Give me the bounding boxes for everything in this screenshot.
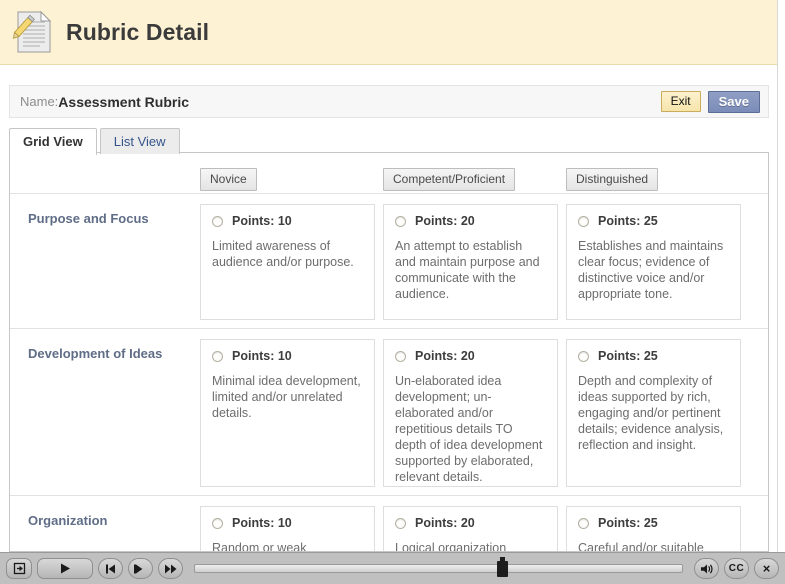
criterion-name: Purpose and Focus [28,211,149,226]
points-label: Points: 10 [232,349,292,363]
criterion-level-cell-wrap: Points: 25 Careful and/or suitable [566,506,745,552]
rubric-cell-header: Points: 25 [578,516,729,530]
radio-button-icon[interactable] [212,215,223,227]
exit-button[interactable]: Exit [660,91,701,112]
next-button[interactable] [128,558,153,579]
criterion-level-cell-wrap: Points: 10 Random or weak [200,506,379,552]
points-label: Points: 20 [415,214,475,228]
rubric-cell[interactable]: Points: 25 Establishes and maintains cle… [566,204,741,320]
rubric-cell[interactable]: Points: 10 Minimal idea development, lim… [200,339,375,487]
rubric-cell-description: Establishes and maintains clear focus; e… [578,239,724,301]
rubric-cell[interactable]: Points: 20 An attempt to establish and m… [383,204,558,320]
rubric-cell-description: Careful and/or suitable [578,541,704,552]
level-header-novice: Novice [200,167,379,191]
points-label: Points: 25 [598,516,658,530]
rubric-cell[interactable]: Points: 20 Logical organization [383,506,558,552]
criterion-level-cell-wrap: Points: 20 An attempt to establish and m… [383,204,562,320]
view-tabs: Grid View List View [9,128,180,155]
points-label: Points: 20 [415,349,475,363]
playback-slider-thumb[interactable] [496,557,508,577]
points-label: Points: 10 [232,516,292,530]
radio-button-icon[interactable] [395,350,406,362]
tab-list-view[interactable]: List View [99,128,180,154]
table-row: Organization Points: 10 Random or weak P… [10,495,768,552]
rubric-cell[interactable]: Points: 10 Limited awareness of audience… [200,204,375,320]
volume-button[interactable] [694,558,719,579]
name-bar-actions: Exit Save [660,90,760,113]
rubric-detail-window: Rubric Detail Name: Assessment Rubric Ex… [0,0,785,584]
table-row: Development of Ideas Points: 10 Minimal … [10,328,768,495]
rubric-cell-header: Points: 25 [578,349,729,363]
name-label: Name: [20,94,59,109]
points-label: Points: 25 [598,214,658,228]
page-header: Rubric Detail [0,0,777,65]
rubric-cell-header: Points: 10 [212,214,363,228]
radio-button-icon[interactable] [395,215,406,227]
rubric-cell-header: Points: 10 [212,349,363,363]
rubric-cell-header: Points: 20 [395,516,546,530]
rubric-cell-description: An attempt to establish and maintain pur… [395,239,540,301]
level-header-distinguished: Distinguished [566,167,745,191]
rubric-cell-description: Un-elaborated idea development; un-elabo… [395,374,543,484]
points-label: Points: 10 [232,214,292,228]
points-label: Points: 20 [415,516,475,530]
rubric-cell[interactable]: Points: 25 Careful and/or suitable [566,506,741,552]
level-button-competent-proficient[interactable]: Competent/Proficient [383,167,516,191]
rubric-cell-description: Random or weak [212,541,307,552]
page-right-gutter [777,0,785,560]
criterion-level-cell-wrap: Points: 25 Depth and complexity of ideas… [566,339,745,487]
rubric-cell-header: Points: 25 [578,214,729,228]
criterion-level-cell-wrap: Points: 10 Limited awareness of audience… [200,204,379,320]
rubric-grid-panel: Novice Competent/Proficient Distinguishe… [9,152,769,552]
radio-button-icon[interactable] [395,517,406,529]
previous-button[interactable] [98,558,123,579]
radio-button-icon[interactable] [578,350,589,362]
points-label: Points: 25 [598,349,658,363]
rubric-cell[interactable]: Points: 10 Random or weak [200,506,375,552]
level-button-novice[interactable]: Novice [200,167,257,191]
play-button[interactable] [37,558,93,579]
name-bar: Name: Assessment Rubric Exit Save [9,85,769,118]
document-pencil-icon [10,8,54,56]
rubric-cell-description: Minimal idea development, limited and/or… [212,374,361,420]
rubric-cell[interactable]: Points: 20 Un-elaborated idea developmen… [383,339,558,487]
radio-button-icon[interactable] [578,517,589,529]
rubric-grid: Novice Competent/Proficient Distinguishe… [10,153,768,552]
radio-button-icon[interactable] [578,215,589,227]
table-row: Purpose and Focus Points: 10 Limited awa… [10,193,768,328]
rubric-cell-header: Points: 20 [395,214,546,228]
criterion-level-cell-wrap: Points: 10 Minimal idea development, lim… [200,339,379,487]
fast-forward-button[interactable] [158,558,183,579]
radio-button-icon[interactable] [212,517,223,529]
criterion-level-cell-wrap: Points: 25 Establishes and maintains cle… [566,204,745,320]
save-button[interactable]: Save [707,90,760,113]
rubric-cell-description: Logical organization [395,541,507,552]
rubric-name-value: Assessment Rubric [58,93,190,110]
radio-button-icon[interactable] [212,350,223,362]
closed-caption-button[interactable]: CC [724,558,749,579]
rubric-cell-description: Limited awareness of audience and/or pur… [212,239,354,269]
level-header-competent: Competent/Proficient [383,167,562,191]
rubric-cell-header: Points: 10 [212,516,363,530]
media-player-toolbar: CC × [0,552,785,584]
rubric-cell[interactable]: Points: 25 Depth and complexity of ideas… [566,339,741,487]
criterion-name: Organization [28,513,108,528]
close-button[interactable]: × [754,558,779,579]
rubric-level-header-row: Novice Competent/Proficient Distinguishe… [10,153,768,193]
tab-grid-view[interactable]: Grid View [9,128,97,155]
exit-player-button[interactable] [6,558,32,579]
criterion-name: Development of Ideas [28,346,163,361]
page-title: Rubric Detail [66,18,210,45]
criterion-level-cell-wrap: Points: 20 Logical organization [383,506,562,552]
rubric-cell-description: Depth and complexity of ideas supported … [578,374,724,452]
playback-progress-slider[interactable] [194,557,683,577]
level-button-distinguished[interactable]: Distinguished [566,167,659,191]
criterion-level-cell-wrap: Points: 20 Un-elaborated idea developmen… [383,339,562,487]
rubric-cell-header: Points: 20 [395,349,546,363]
